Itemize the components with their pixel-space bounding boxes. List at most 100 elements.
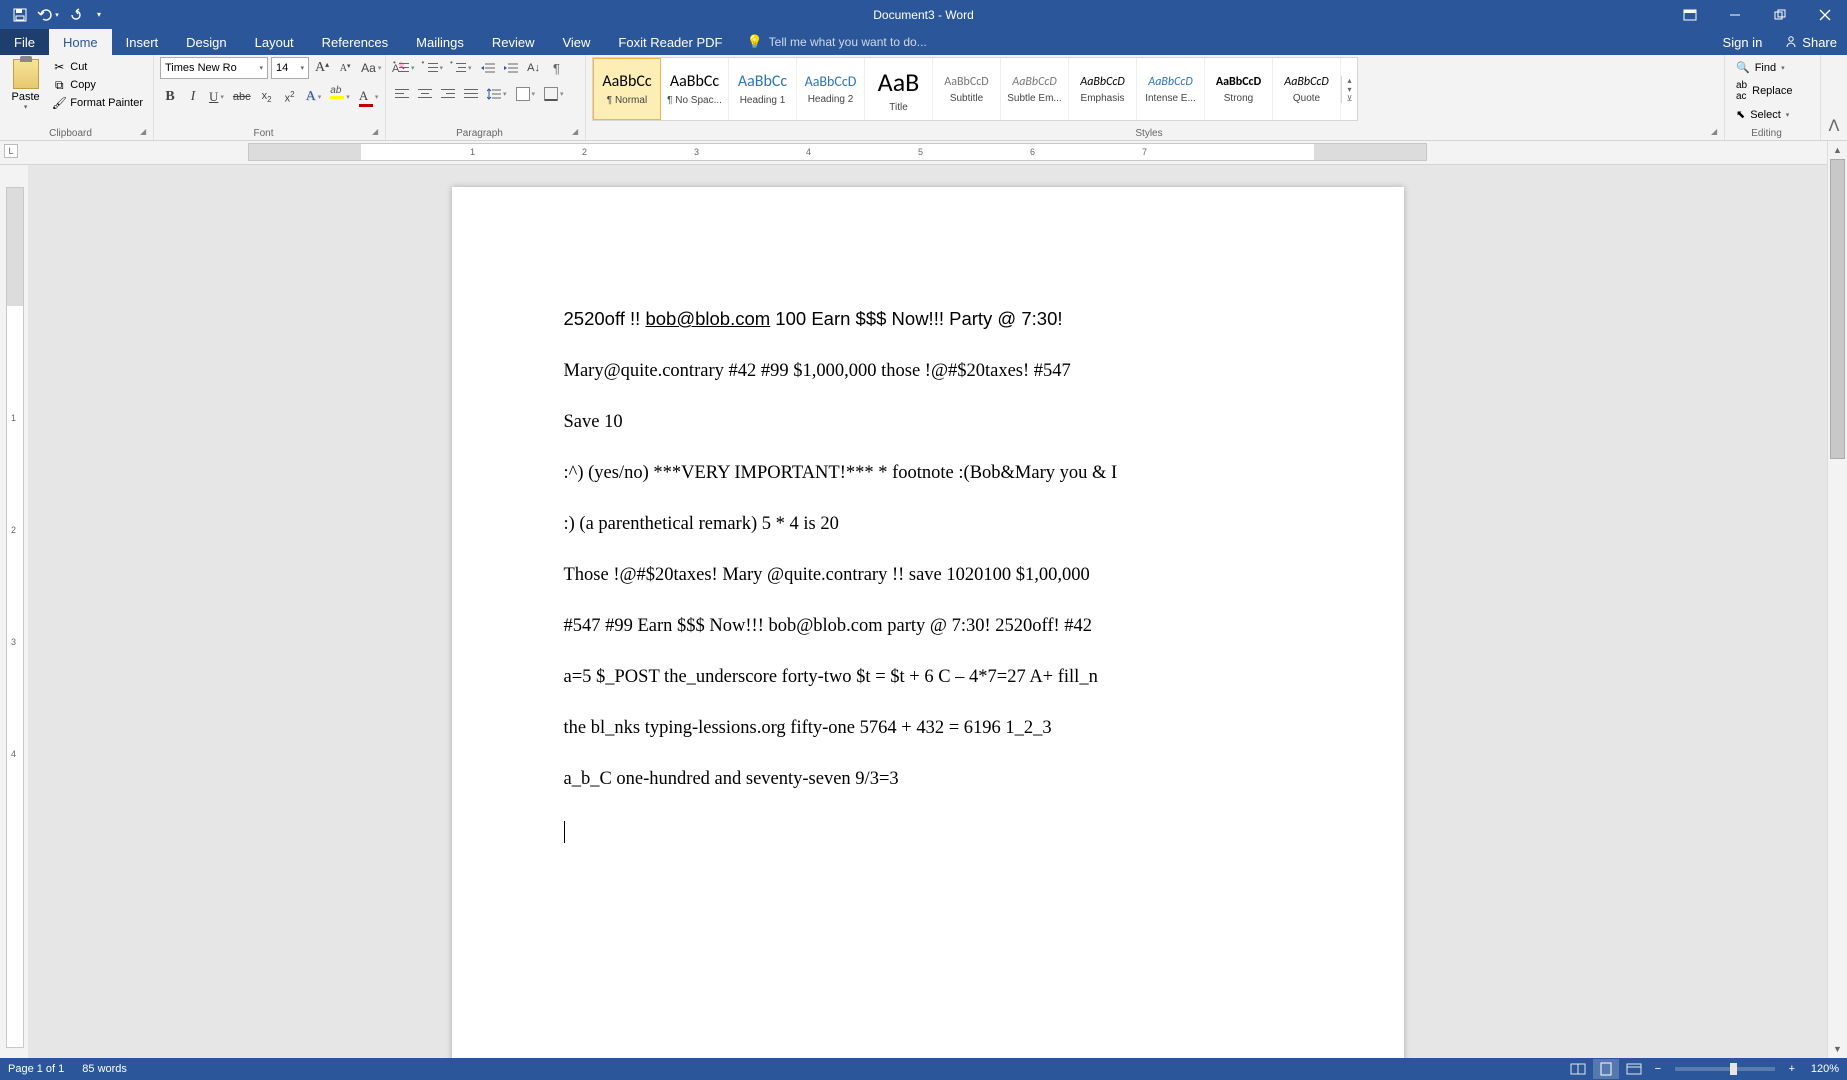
paragraph-launcher[interactable]: ◢ bbox=[572, 127, 582, 137]
tab-review[interactable]: Review bbox=[478, 29, 549, 55]
vertical-ruler[interactable]: 1234 bbox=[6, 187, 24, 1048]
justify-button[interactable] bbox=[461, 83, 481, 105]
tab-file[interactable]: File bbox=[0, 29, 49, 55]
paragraph[interactable]: :^) (yes/no) ***VERY IMPORTANT!*** * foo… bbox=[564, 461, 1292, 486]
ribbon-display-options-button[interactable] bbox=[1667, 0, 1712, 29]
paragraph-cursor[interactable] bbox=[564, 818, 1292, 843]
paragraph[interactable]: Mary@quite.contrary #42 #99 $1,000,000 t… bbox=[564, 359, 1292, 384]
select-button[interactable]: ⬉Select▾ bbox=[1731, 106, 1794, 123]
align-left-button[interactable] bbox=[392, 83, 412, 105]
replace-button[interactable]: abacReplace bbox=[1731, 78, 1797, 104]
highlight-button[interactable]: ▾ bbox=[327, 86, 353, 108]
document-area[interactable]: 2520off !! bob@blob.com 100 Earn $$$ Now… bbox=[28, 165, 1827, 1058]
sort-button[interactable]: A↓ bbox=[524, 57, 544, 79]
maximize-button[interactable] bbox=[1757, 0, 1802, 29]
style-item[interactable]: AaBbCcDEmphasis bbox=[1069, 58, 1137, 120]
superscript-button[interactable]: x2 bbox=[280, 86, 300, 108]
tab-view[interactable]: View bbox=[548, 29, 604, 55]
tab-references[interactable]: References bbox=[308, 29, 402, 55]
scroll-thumb[interactable] bbox=[1830, 159, 1845, 459]
style-item[interactable]: AaBbCcDStrong bbox=[1205, 58, 1273, 120]
zoom-slider[interactable] bbox=[1675, 1067, 1775, 1071]
scroll-down-button[interactable]: ▼ bbox=[1828, 1040, 1847, 1058]
gallery-row-down[interactable]: ▾ bbox=[1342, 85, 1357, 94]
decrease-indent-button[interactable] bbox=[478, 57, 498, 79]
zoom-level[interactable]: 120% bbox=[1811, 1063, 1839, 1075]
multilevel-list-button[interactable]: ▾ bbox=[449, 57, 475, 79]
underline-button[interactable]: U▾ bbox=[206, 86, 227, 108]
style-item[interactable]: AaBbCc¶ Normal bbox=[593, 58, 661, 120]
hyperlink[interactable]: bob@blob.com bbox=[645, 308, 770, 329]
style-item[interactable]: AaBbCcDSubtitle bbox=[933, 58, 1001, 120]
style-item[interactable]: AaBbCc¶ No Spac... bbox=[661, 58, 729, 120]
borders-button[interactable]: ▾ bbox=[541, 83, 567, 105]
scroll-up-button[interactable]: ▲ bbox=[1828, 141, 1847, 159]
tab-foxit-reader-pdf[interactable]: Foxit Reader PDF bbox=[604, 29, 736, 55]
tab-layout[interactable]: Layout bbox=[241, 29, 308, 55]
shrink-font-button[interactable]: A▾ bbox=[335, 57, 355, 79]
paragraph[interactable]: the bl_nks typing-lessions.org fifty-one… bbox=[564, 716, 1292, 741]
paragraph[interactable]: a_b_C one-hundred and seventy-seven 9/3=… bbox=[564, 767, 1292, 792]
gallery-expand[interactable]: ⊻ bbox=[1342, 94, 1357, 103]
font-name-select[interactable]: Times New Ro▾ bbox=[160, 57, 268, 79]
tab-design[interactable]: Design bbox=[172, 29, 240, 55]
paragraph[interactable]: #547 #99 Earn $$$ Now!!! bob@blob.com pa… bbox=[564, 614, 1292, 639]
paragraph[interactable]: Save 10 bbox=[564, 410, 1292, 435]
find-button[interactable]: 🔍Find▾ bbox=[1731, 59, 1790, 76]
line-spacing-button[interactable]: ▾ bbox=[484, 83, 510, 105]
paragraph[interactable]: :) (a parenthetical remark) 5 * 4 is 20 bbox=[564, 512, 1292, 537]
undo-button[interactable]: ▾ bbox=[36, 3, 60, 27]
zoom-out-button[interactable]: − bbox=[1649, 1063, 1667, 1075]
zoom-slider-thumb[interactable] bbox=[1730, 1063, 1737, 1075]
sign-in-button[interactable]: Sign in bbox=[1711, 35, 1775, 50]
grow-font-button[interactable]: A▴ bbox=[312, 57, 332, 79]
tab-selector[interactable]: L bbox=[4, 144, 18, 158]
show-hide-button[interactable]: ¶ bbox=[547, 57, 567, 79]
horizontal-ruler[interactable]: 1234567 bbox=[248, 143, 1427, 161]
strikethrough-button[interactable]: abc bbox=[230, 86, 254, 108]
shading-button[interactable]: ▾ bbox=[513, 83, 539, 105]
web-layout-button[interactable] bbox=[1621, 1059, 1647, 1079]
collapse-ribbon-button[interactable]: ᐱ bbox=[1821, 55, 1847, 140]
tab-insert[interactable]: Insert bbox=[112, 29, 173, 55]
style-item[interactable]: AaBbCcDQuote bbox=[1273, 58, 1341, 120]
bold-button[interactable]: B bbox=[160, 86, 180, 108]
share-button[interactable]: Share bbox=[1774, 35, 1847, 50]
print-layout-button[interactable] bbox=[1593, 1059, 1619, 1079]
read-mode-button[interactable] bbox=[1565, 1059, 1591, 1079]
tell-me-input[interactable] bbox=[769, 35, 989, 49]
style-item[interactable]: AaBbCcDSubtle Em... bbox=[1001, 58, 1069, 120]
word-count-status[interactable]: 85 words bbox=[82, 1063, 127, 1075]
minimize-button[interactable] bbox=[1712, 0, 1757, 29]
clipboard-launcher[interactable]: ◢ bbox=[140, 127, 150, 137]
zoom-in-button[interactable]: + bbox=[1783, 1063, 1801, 1075]
redo-button[interactable] bbox=[64, 3, 88, 27]
tell-me-search[interactable]: 💡 bbox=[736, 29, 1710, 55]
gallery-row-up[interactable]: ▴ bbox=[1342, 76, 1357, 85]
save-button[interactable] bbox=[8, 3, 32, 27]
page-number-status[interactable]: Page 1 of 1 bbox=[8, 1063, 64, 1075]
increase-indent-button[interactable] bbox=[501, 57, 521, 79]
numbering-button[interactable]: ▾ bbox=[421, 57, 447, 79]
cut-button[interactable]: ✂Cut bbox=[48, 59, 147, 75]
format-painter-button[interactable]: 🖌Format Painter bbox=[48, 95, 147, 111]
font-size-select[interactable]: 14▾ bbox=[271, 57, 309, 79]
copy-button[interactable]: ⧉Copy bbox=[48, 77, 147, 93]
font-color-button[interactable]: A▾ bbox=[356, 86, 382, 108]
italic-button[interactable]: I bbox=[183, 86, 203, 108]
vertical-scrollbar[interactable]: ▲ ▼ bbox=[1827, 141, 1847, 1058]
style-item[interactable]: AaBbCcHeading 1 bbox=[729, 58, 797, 120]
subscript-button[interactable]: x2 bbox=[257, 86, 277, 108]
text-effects-button[interactable]: A▾ bbox=[303, 86, 325, 108]
style-item[interactable]: AaBbCcDHeading 2 bbox=[797, 58, 865, 120]
close-button[interactable] bbox=[1802, 0, 1847, 29]
customize-qat-button[interactable]: ▾ bbox=[92, 3, 106, 27]
paste-button[interactable]: Paste ▾ bbox=[6, 57, 45, 113]
paragraph[interactable]: 2520off !! bob@blob.com 100 Earn $$$ Now… bbox=[564, 307, 1292, 333]
style-item[interactable]: AaBTitle bbox=[865, 58, 933, 120]
bullets-button[interactable]: ▾ bbox=[392, 57, 418, 79]
paragraph[interactable]: a=5 $_POST the_underscore forty-two $t =… bbox=[564, 665, 1292, 690]
page[interactable]: 2520off !! bob@blob.com 100 Earn $$$ Now… bbox=[452, 187, 1404, 1058]
font-launcher[interactable]: ◢ bbox=[372, 127, 382, 137]
change-case-button[interactable]: Aa▾ bbox=[358, 57, 384, 79]
